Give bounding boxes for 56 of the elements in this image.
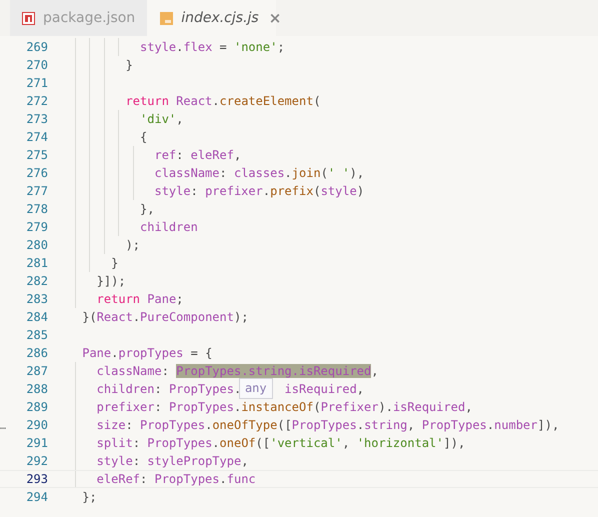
code-line: }(React.PureComponent);	[82, 310, 248, 324]
line-number: 286	[25, 345, 48, 362]
code-line: className: classes.join(' '),	[153, 166, 364, 180]
line-number: 294	[25, 489, 48, 506]
code-line: }]);	[96, 274, 126, 288]
line-number: 291	[25, 435, 48, 452]
file-tab[interactable]: package.json	[10, 0, 148, 36]
line-number: 281	[25, 255, 48, 272]
code-line: return React.createElement(	[124, 94, 321, 108]
package-file-icon	[22, 12, 35, 24]
line-number: 280	[25, 237, 48, 254]
code-line: size: PropTypes.oneOfType([PropTypes.string, PropTypes.number]),	[96, 418, 560, 432]
code-line: ref: eleRef,	[153, 148, 242, 162]
code-line: isRequired,	[284, 382, 364, 396]
code-line: {	[139, 130, 148, 144]
line-number: 283	[25, 291, 48, 308]
line-number: 275	[25, 147, 48, 164]
line-number: 271	[25, 75, 48, 92]
line-number: 282	[25, 273, 48, 290]
line-number: 269	[25, 39, 48, 56]
line-number: 290	[25, 417, 48, 434]
line-number: 279	[25, 219, 48, 236]
line-number: 277	[25, 183, 48, 200]
code-line: style.flex = 'none';	[139, 40, 285, 54]
line-number: 270	[25, 57, 48, 74]
code-line: style: prefixer.prefix(style)	[153, 184, 364, 198]
line-number: 278	[25, 201, 48, 218]
code-line: },	[139, 202, 154, 216]
line-number: 273	[25, 111, 48, 128]
code-line: );	[124, 238, 140, 252]
code-line: Pane.propTypes = {	[82, 346, 212, 360]
js-file-icon	[160, 12, 174, 24]
fold-marker[interactable]: …	[0, 421, 6, 432]
code-line: children: PropTypes.	[96, 382, 242, 396]
code-line: }	[110, 256, 118, 270]
type-tooltip: any	[238, 378, 273, 399]
code-line: };	[82, 490, 97, 504]
line-number: 293	[25, 471, 48, 487]
code-line: className: PropTypes.string.isRequired,	[96, 364, 378, 378]
code-line: prefixer: PropTypes.instanceOf(Prefixer).isRequired,	[96, 400, 472, 414]
line-number: 285	[25, 327, 48, 344]
line-number: 274	[25, 129, 48, 146]
code-line: children	[139, 220, 198, 234]
line-number: 292	[25, 453, 48, 470]
line-number: 276	[25, 165, 48, 182]
code-line: return Pane;	[96, 292, 184, 306]
line-number: 288	[25, 381, 48, 398]
line-number: 287	[25, 363, 48, 380]
line-number: 284	[25, 309, 48, 326]
code-line: }	[124, 58, 133, 72]
line-number: 289	[25, 399, 48, 416]
code-line: eleRef: PropTypes.func	[96, 472, 256, 486]
line-number: 272	[25, 93, 48, 110]
code-line: 'div',	[139, 112, 184, 126]
code-line: style: stylePropType,	[96, 454, 248, 468]
code-line: split: PropTypes.oneOf(['vertical', 'horizontal']),	[96, 436, 466, 450]
